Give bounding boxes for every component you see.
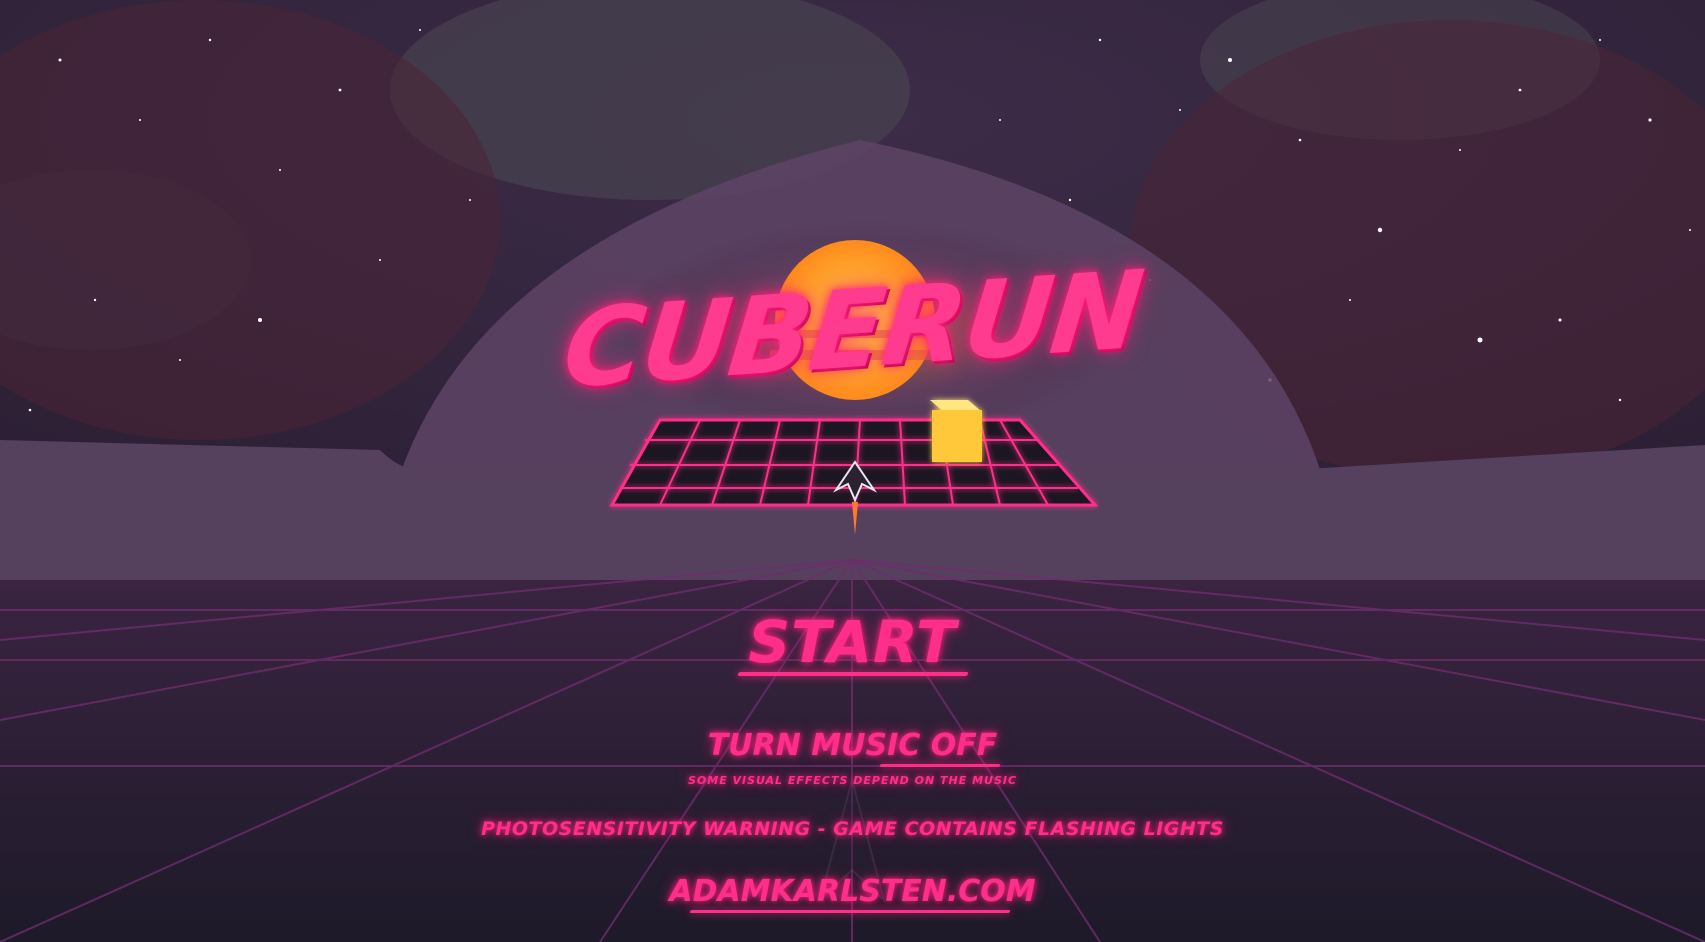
- website-link[interactable]: ADAMKARLSTEN.COM: [0, 874, 1705, 909]
- music-hint: SOME VISUAL EFFECTS DEPEND ON THE MUSIC: [687, 774, 1018, 787]
- main-menu: CUBERUN START TURN MUSIC OFF SOME VISUAL…: [0, 0, 1705, 942]
- music-underline: [879, 764, 1001, 767]
- start-underline: [737, 672, 969, 676]
- photosensitivity-warning: PHOTOSENSITIVITY WARNING - GAME CONTAINS…: [481, 818, 1224, 840]
- music-toggle-button[interactable]: TURN MUSIC OFF: [0, 728, 1705, 763]
- start-button[interactable]: START: [0, 608, 1705, 676]
- game-logo: CUBERUN: [557, 248, 1148, 413]
- website-underline: [689, 910, 1011, 913]
